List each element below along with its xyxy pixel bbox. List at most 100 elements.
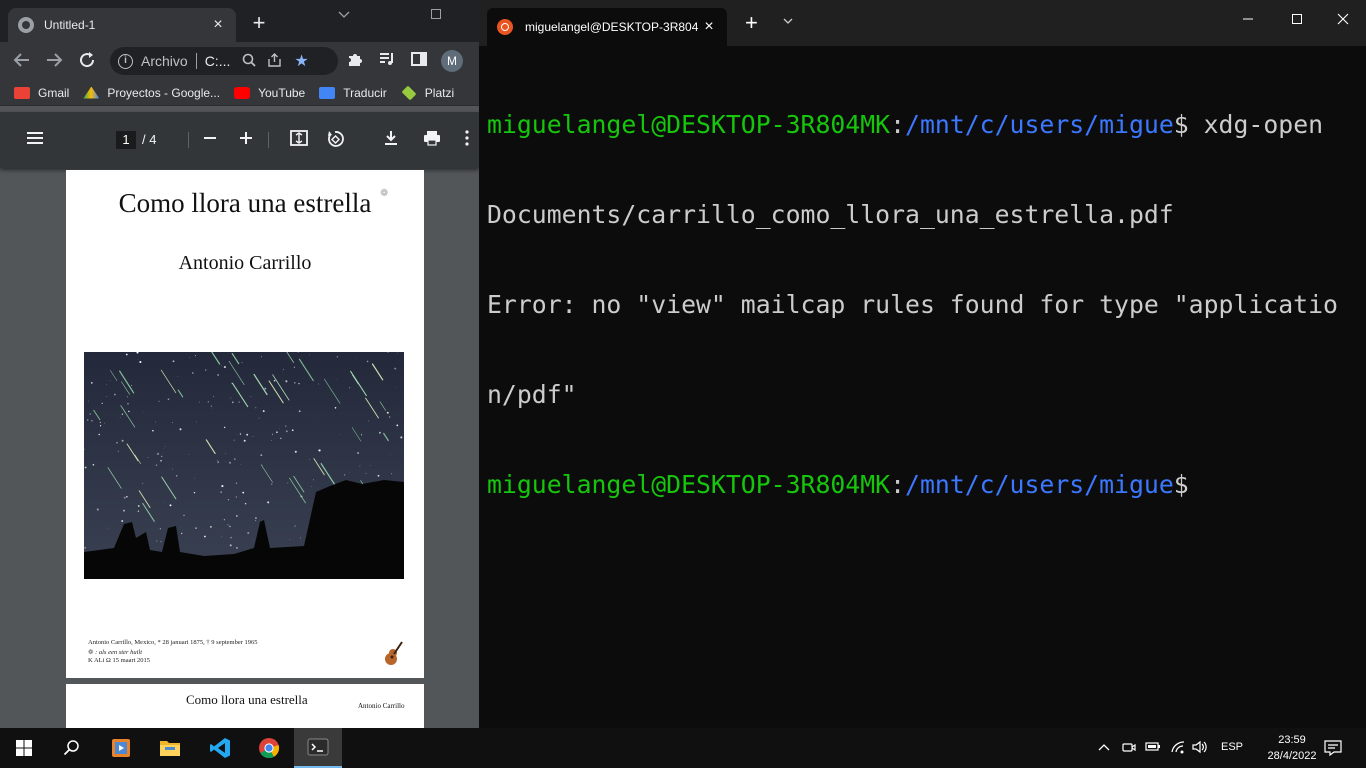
star-dot [357, 452, 360, 454]
gmail-icon [14, 86, 30, 99]
bookmark-platzi[interactable]: Platzi [401, 85, 454, 100]
terminal-output[interactable]: miguelangel@DESKTOP-3R804MK:/mnt/c/users… [487, 50, 1357, 560]
download-icon[interactable] [383, 130, 399, 150]
rotate-icon[interactable] [326, 130, 344, 152]
bookmark-youtube[interactable]: YouTube [234, 86, 305, 100]
search-button[interactable] [48, 728, 96, 768]
taskbar-file-explorer[interactable] [146, 728, 194, 768]
star-dot [233, 458, 236, 460]
star-dot [349, 387, 351, 389]
taskbar-media-player[interactable] [97, 728, 145, 768]
star-dot [160, 455, 163, 458]
wifi-icon[interactable] [1170, 740, 1186, 757]
star-dot [90, 382, 93, 384]
profile-avatar[interactable]: M [441, 50, 463, 72]
close-tab-icon[interactable]: × [210, 16, 226, 34]
star-dot [300, 537, 301, 539]
battery-icon[interactable] [1145, 740, 1161, 755]
star-dot [155, 464, 158, 466]
star-dot [121, 520, 124, 522]
clock[interactable]: 23:59 28/4/2022 [1260, 732, 1324, 764]
terminal-icon [307, 738, 329, 756]
star-dot [179, 428, 182, 431]
page-number-input[interactable]: 1 [116, 131, 136, 149]
star-dot [261, 356, 262, 358]
taskbar-terminal[interactable] [294, 728, 342, 768]
close-tab-icon[interactable]: × [701, 18, 717, 36]
address-bar[interactable]: i Archivo C:... ★ [110, 47, 338, 75]
menu-icon[interactable] [26, 130, 44, 150]
show-hidden-icons[interactable] [1098, 740, 1110, 755]
new-tab-button[interactable]: + [248, 12, 270, 34]
star-dot [361, 434, 363, 436]
star-dot [294, 526, 295, 528]
star-dot [104, 422, 105, 424]
volume-icon[interactable] [1192, 740, 1208, 757]
zoom-out-icon[interactable] [202, 130, 218, 150]
star-dot [221, 365, 222, 366]
terminal-tab-bar: miguelangel@DESKTOP-3R804 × + [479, 0, 1366, 46]
reload-icon[interactable] [77, 51, 97, 71]
star-dot [298, 410, 301, 413]
fit-page-icon[interactable] [290, 130, 308, 150]
star-dot [87, 400, 89, 402]
star-dot [125, 353, 128, 356]
zoom-in-icon[interactable] [238, 130, 254, 150]
star-dot [280, 437, 282, 439]
bookmark-traducir[interactable]: Traducir [319, 86, 387, 100]
star-dot [255, 407, 257, 409]
forward-icon[interactable] [44, 51, 64, 71]
notifications-icon[interactable] [1324, 740, 1342, 759]
info-icon[interactable]: i [118, 53, 133, 69]
maximize-icon[interactable] [1291, 12, 1303, 30]
star-dot [213, 396, 215, 398]
share-icon[interactable] [268, 52, 282, 70]
star-dot [128, 410, 130, 413]
minimize-icon[interactable] [1242, 12, 1254, 30]
bookmark-star-icon[interactable]: ★ [294, 51, 308, 71]
prompt-user: miguelangel@DESKTOP-3R804MK [487, 110, 891, 139]
print-icon[interactable] [423, 130, 441, 150]
star-dot [240, 463, 242, 465]
star-dot [172, 468, 173, 470]
star-dot [139, 360, 142, 364]
more-options-icon[interactable] [464, 130, 470, 150]
star-dot [207, 401, 209, 403]
maximize-icon[interactable] [431, 6, 441, 22]
bookmark-proyectos[interactable]: Proyectos - Google... [83, 86, 220, 100]
star-dot [137, 510, 140, 512]
star-dot [255, 520, 257, 522]
star-dot [334, 407, 337, 409]
tab-search-icon[interactable] [338, 6, 350, 22]
reading-list-icon[interactable] [377, 51, 397, 71]
star-dot [137, 505, 140, 507]
star-dot [311, 486, 312, 488]
terminal-dropdown-icon[interactable] [783, 14, 793, 28]
star-dot [160, 541, 162, 543]
bookmark-label: Proyectos - Google... [107, 85, 221, 100]
star-dot [267, 501, 270, 504]
close-window-icon[interactable] [1337, 12, 1349, 30]
extensions-icon[interactable] [345, 51, 365, 71]
star-dot [309, 458, 310, 460]
star-dot [298, 382, 300, 385]
star-dot [343, 474, 346, 476]
terminal-tab[interactable]: miguelangel@DESKTOP-3R804 × [487, 8, 727, 46]
taskbar-chrome[interactable] [245, 728, 293, 768]
side-panel-icon[interactable] [409, 51, 429, 71]
bookmark-gmail[interactable]: Gmail [14, 86, 69, 100]
zoom-icon[interactable] [242, 53, 256, 70]
new-terminal-tab-button[interactable]: + [745, 12, 758, 34]
start-button[interactable] [0, 728, 48, 768]
chrome-tab[interactable]: Untitled-1 × [8, 8, 236, 42]
star-dot [230, 536, 232, 539]
star-dot [229, 525, 231, 528]
star-dot [221, 485, 224, 488]
language-indicator[interactable]: ESP [1221, 741, 1243, 753]
vscode-icon [210, 738, 230, 758]
camera-icon[interactable] [1122, 740, 1136, 757]
star-dot [84, 546, 86, 549]
prompt-symbol: $ [1173, 110, 1189, 139]
taskbar-vscode[interactable] [196, 728, 244, 768]
back-icon[interactable] [12, 51, 32, 71]
